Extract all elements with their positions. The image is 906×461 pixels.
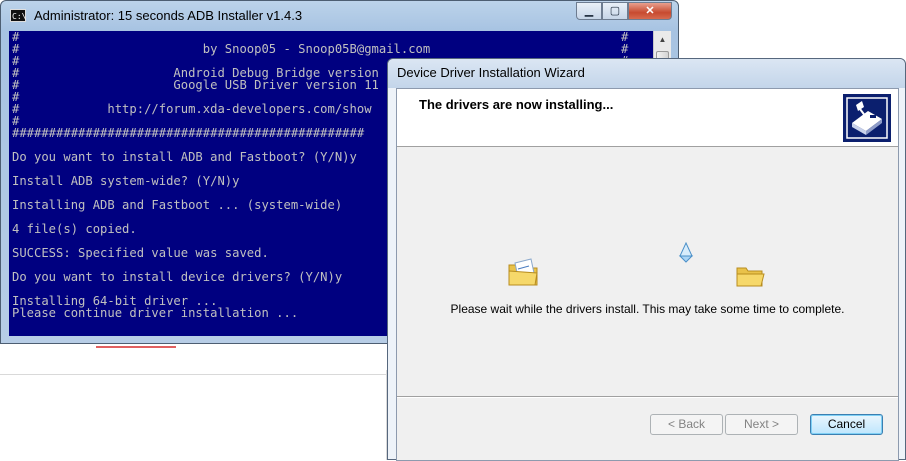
minimize-button[interactable]: ▁ [576, 2, 602, 20]
wizard-titlebar[interactable]: Device Driver Installation Wizard [388, 59, 905, 88]
wizard-separator [397, 396, 898, 398]
scroll-up-arrow-icon[interactable]: ▲ [654, 31, 671, 48]
wizard-message: Please wait while the drivers install. T… [450, 302, 845, 316]
console-caption-buttons: ▁ ▢ ✕ [576, 2, 672, 20]
close-button[interactable]: ✕ [628, 2, 672, 20]
console-title: Administrator: 15 seconds ADB Installer … [34, 8, 303, 23]
driver-wizard-window: Device Driver Installation Wizard The dr… [387, 58, 906, 461]
maximize-button[interactable]: ▢ [602, 2, 628, 20]
cancel-button[interactable]: Cancel [810, 414, 883, 435]
console-icon: C:\ [10, 9, 26, 22]
hardware-install-icon [843, 94, 891, 142]
wizard-heading: The drivers are now installing... [419, 97, 614, 112]
back-button[interactable]: < Back [650, 414, 723, 435]
next-button[interactable]: Next > [725, 414, 798, 435]
background-spellcheck-mark [96, 346, 176, 348]
background-divider [0, 374, 387, 375]
wizard-content: Please wait while the drivers install. T… [397, 147, 898, 397]
flying-document-icon [678, 242, 694, 263]
wizard-title: Device Driver Installation Wizard [397, 65, 585, 80]
wizard-panel: The drivers are now installing... Please… [396, 88, 899, 461]
destination-folder-icon [736, 267, 765, 287]
wizard-header: The drivers are now installing... [397, 89, 898, 147]
console-titlebar[interactable]: C:\ Administrator: 15 seconds ADB Instal… [1, 1, 678, 31]
source-folder-icon [508, 258, 538, 286]
